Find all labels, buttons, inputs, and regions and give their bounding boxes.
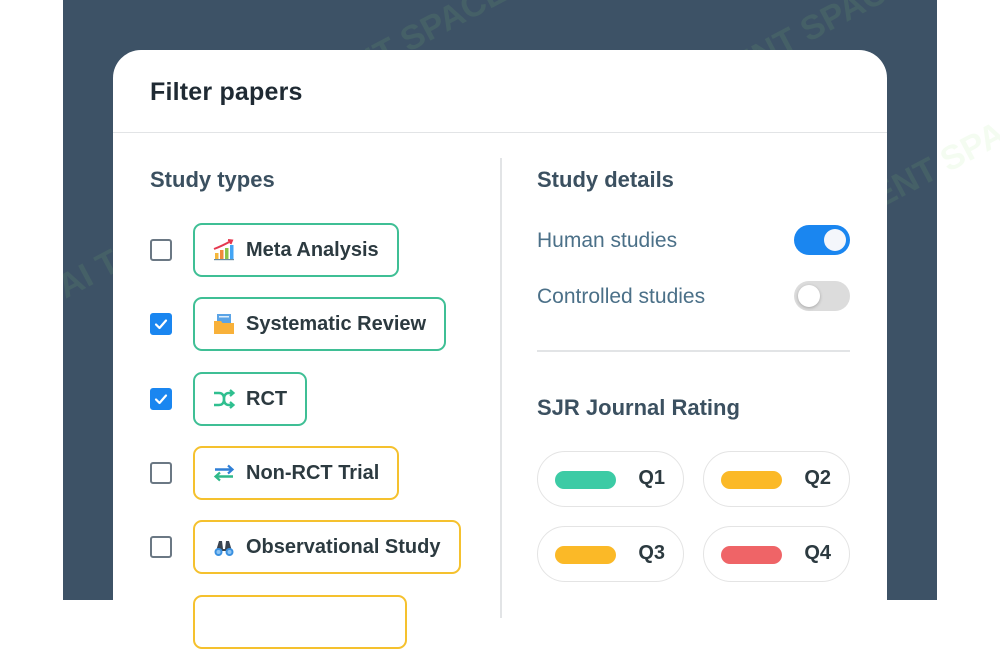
sjr-q3-pill[interactable]: Q3 xyxy=(537,526,684,582)
study-type-row-meta-analysis: Meta Analysis xyxy=(150,222,399,278)
filter-papers-panel: Filter papers Study types Meta Analysis xyxy=(113,50,887,649)
study-type-row-observational-study: Observational Study xyxy=(150,519,461,575)
rct-checkbox[interactable] xyxy=(150,388,172,410)
meta-analysis-label: Meta Analysis xyxy=(246,238,379,261)
q3-label: Q3 xyxy=(638,542,665,564)
panel-header: Filter papers xyxy=(113,50,887,133)
study-details-heading: Study details xyxy=(537,167,674,192)
non-rct-trial-checkbox[interactable] xyxy=(150,462,172,484)
folder-icon xyxy=(211,311,237,337)
rct-chip[interactable]: RCT xyxy=(193,372,308,426)
bar-chart-trend-icon xyxy=(211,237,237,263)
binoculars-icon xyxy=(211,534,237,560)
sjr-q1-pill[interactable]: Q1 xyxy=(537,451,684,507)
observational-study-checkbox[interactable] xyxy=(150,536,172,558)
meta-analysis-checkbox[interactable] xyxy=(150,239,172,261)
toggle-knob xyxy=(824,229,846,251)
study-type-row-rct: RCT xyxy=(150,371,308,427)
study-type-row-systematic-review: Systematic Review xyxy=(150,296,447,352)
details-divider xyxy=(537,350,850,352)
systematic-review-chip[interactable]: Systematic Review xyxy=(193,297,447,351)
non-rct-trial-chip[interactable]: Non-RCT Trial xyxy=(193,446,400,500)
human-studies-toggle[interactable] xyxy=(794,225,850,255)
human-studies-label: Human studies xyxy=(537,229,678,252)
rct-label: RCT xyxy=(246,387,288,410)
q2-label: Q2 xyxy=(804,467,831,489)
sjr-q2-pill[interactable]: Q2 xyxy=(703,451,850,507)
study-type-chip-partial[interactable] xyxy=(193,595,407,649)
q1-color-bar xyxy=(555,471,616,489)
observational-study-chip[interactable]: Observational Study xyxy=(193,520,461,574)
swap-arrows-icon xyxy=(211,460,237,486)
shuffle-icon xyxy=(211,386,237,412)
q4-label: Q4 xyxy=(804,542,831,564)
q3-color-bar xyxy=(555,546,616,564)
study-type-row-non-rct-trial: Non-RCT Trial xyxy=(150,445,400,501)
study-type-row-partial xyxy=(150,594,407,650)
sjr-q4-pill[interactable]: Q4 xyxy=(703,526,850,582)
toggle-knob xyxy=(798,285,820,307)
controlled-studies-label: Controlled studies xyxy=(537,285,706,308)
meta-analysis-chip[interactable]: Meta Analysis xyxy=(193,223,399,277)
q4-color-bar xyxy=(721,546,782,564)
q1-label: Q1 xyxy=(638,467,665,489)
panel-title: Filter papers xyxy=(150,78,303,106)
q2-color-bar xyxy=(721,471,782,489)
controlled-studies-toggle[interactable] xyxy=(794,281,850,311)
observational-study-label: Observational Study xyxy=(246,535,441,558)
systematic-review-checkbox[interactable] xyxy=(150,313,172,335)
column-divider xyxy=(500,158,502,618)
sjr-heading: SJR Journal Rating xyxy=(537,395,740,420)
study-types-heading: Study types xyxy=(150,167,275,192)
systematic-review-label: Systematic Review xyxy=(246,312,427,335)
non-rct-trial-label: Non-RCT Trial xyxy=(246,461,380,484)
